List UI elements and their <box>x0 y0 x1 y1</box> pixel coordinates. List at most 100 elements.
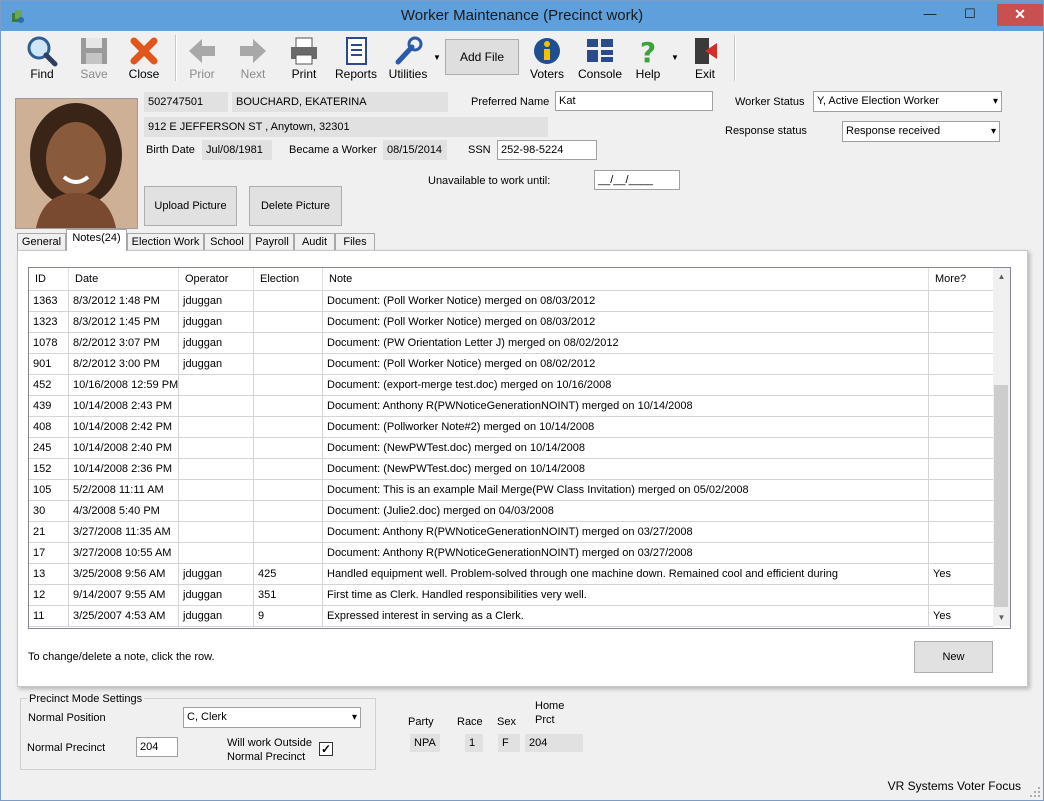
utilities-label: Utilities <box>388 67 428 81</box>
normal-precinct-label: Normal Precinct <box>27 742 106 754</box>
delete-picture-button[interactable]: Delete Picture <box>249 186 342 226</box>
preferred-name-input[interactable]: Kat <box>555 91 713 111</box>
preferred-name-label: Preferred Name <box>471 96 550 108</box>
table-row[interactable]: 1323 8/3/2012 1:45 PM jduggan Document: (Po… <box>29 312 993 333</box>
next-button[interactable]: Next <box>228 33 278 83</box>
table-row[interactable]: 901 8/2/2012 3:00 PM jduggan Document: (Pol… <box>29 354 993 375</box>
voters-button[interactable]: Voters <box>522 33 572 83</box>
cell-operator: jduggan <box>179 312 254 332</box>
home-prct-label-line2: Prct <box>535 714 555 726</box>
tab-notes[interactable]: Notes(24) <box>66 229 127 251</box>
help-dropdown-arrow-icon[interactable]: ▼ <box>671 53 679 62</box>
close-window-button[interactable]: ✕ <box>997 4 1043 26</box>
column-header-id[interactable]: ID <box>29 268 69 290</box>
cell-more <box>929 375 993 395</box>
normal-precinct-input[interactable]: 204 <box>136 737 178 757</box>
utilities-button[interactable]: Utilities <box>383 33 433 83</box>
response-status-select[interactable]: Response received ▾ <box>842 121 1000 142</box>
cell-more <box>929 501 993 521</box>
column-header-more[interactable]: More? <box>929 268 993 290</box>
cell-id: 408 <box>29 417 69 437</box>
home-prct-label-line1: Home <box>535 700 565 712</box>
response-status-value: Response received <box>846 125 941 137</box>
notes-scrollbar[interactable]: ▲ ▼ <box>993 268 1010 626</box>
add-file-button[interactable]: Add File <box>445 39 519 75</box>
cell-operator: jduggan <box>179 585 254 605</box>
cell-election <box>254 501 323 521</box>
worker-status-label: Worker Status <box>735 96 805 108</box>
print-button[interactable]: Print <box>279 33 329 83</box>
cell-note: Document: Anthony R(PWNoticeGenerationNO… <box>323 543 929 563</box>
reports-button[interactable]: Reports <box>331 33 381 83</box>
cell-note: Handled equipment well. Problem-solved t… <box>323 564 929 584</box>
table-row[interactable]: 245 10/14/2008 2:40 PM Document: (NewPWTes… <box>29 438 993 459</box>
cell-more <box>929 480 993 500</box>
utilities-dropdown-arrow-icon[interactable]: ▼ <box>433 53 441 62</box>
column-header-note[interactable]: Note <box>323 268 929 290</box>
table-row[interactable]: 17 3/27/2008 10:55 AM Document: Anthony R(… <box>29 543 993 564</box>
column-header-election[interactable]: Election <box>254 268 323 290</box>
table-row[interactable]: 1078 8/2/2012 3:07 PM jduggan Document: (PW… <box>29 333 993 354</box>
table-row[interactable]: 21 3/27/2008 11:35 AM Document: Anthony R(… <box>29 522 993 543</box>
tab-school[interactable]: School <box>204 233 250 250</box>
tab-payroll[interactable]: Payroll <box>250 233 294 250</box>
table-row[interactable]: 105 5/2/2008 11:11 AM Document: This is an… <box>29 480 993 501</box>
work-outside-checkbox[interactable]: ✓ <box>319 742 333 756</box>
cell-operator: jduggan <box>179 333 254 353</box>
resize-grip-icon[interactable] <box>1029 786 1041 798</box>
table-row[interactable]: 439 10/14/2008 2:43 PM Document: Anthony R… <box>29 396 993 417</box>
exit-label: Exit <box>694 67 715 81</box>
tab-files[interactable]: Files <box>335 233 375 250</box>
worker-status-select[interactable]: Y, Active Election Worker ▾ <box>813 91 1002 112</box>
title-bar[interactable]: Worker Maintenance (Precinct work) — ☐ ✕ <box>1 1 1043 31</box>
cell-id: 901 <box>29 354 69 374</box>
tab-audit[interactable]: Audit <box>294 233 335 250</box>
cell-election: 351 <box>254 585 323 605</box>
printer-icon <box>291 37 317 65</box>
became-worker-date-field: 08/15/2014 <box>383 140 447 160</box>
home-prct-field: 204 <box>525 734 583 752</box>
work-outside-label-line1: Will work Outside <box>227 737 312 749</box>
cell-more <box>929 333 993 353</box>
notes-grid[interactable]: ID Date Operator Election Note More? 136… <box>28 267 1011 629</box>
unavailable-until-input[interactable]: __/__/____ <box>594 170 680 190</box>
column-header-date[interactable]: Date <box>69 268 179 290</box>
table-row[interactable]: 1363 8/3/2012 1:48 PM jduggan Document: (Po… <box>29 291 993 312</box>
scroll-down-arrow-icon[interactable]: ▼ <box>993 609 1010 626</box>
exit-button[interactable]: Exit <box>680 33 730 83</box>
table-row[interactable]: 11 3/25/2007 4:53 AM jduggan 9 Expressed int… <box>29 606 993 627</box>
cell-note: Document: (Poll Worker Notice) merged on… <box>323 291 929 311</box>
tab-election-work[interactable]: Election Work <box>127 233 204 250</box>
table-row[interactable]: 452 10/16/2008 12:59 PM Document: (export-… <box>29 375 993 396</box>
tab-general[interactable]: General <box>17 233 66 250</box>
precinct-mode-settings-legend: Precinct Mode Settings <box>27 693 145 705</box>
help-button[interactable]: ? Help <box>623 33 673 83</box>
find-button[interactable]: Find <box>17 33 67 83</box>
minimize-button[interactable]: — <box>917 6 943 24</box>
cell-more <box>929 543 993 563</box>
ssn-field[interactable]: 252-98-5224 <box>497 140 597 160</box>
cell-operator <box>179 375 254 395</box>
cell-note: Expressed interest in serving as a Clerk… <box>323 606 929 626</box>
close-button[interactable]: Close <box>119 33 169 83</box>
scrollbar-thumb[interactable] <box>994 385 1008 607</box>
column-header-operator[interactable]: Operator <box>179 268 254 290</box>
cell-operator <box>179 522 254 542</box>
table-row[interactable]: 408 10/14/2008 2:42 PM Document: (Pollwork… <box>29 417 993 438</box>
maximize-button[interactable]: ☐ <box>957 6 983 24</box>
voters-info-icon <box>534 38 560 64</box>
table-row[interactable]: 12 9/14/2007 9:55 AM jduggan 351 First time … <box>29 585 993 606</box>
scroll-up-arrow-icon[interactable]: ▲ <box>993 268 1010 285</box>
prior-button[interactable]: Prior <box>177 33 227 83</box>
race-label: Race <box>457 716 483 728</box>
table-row[interactable]: 152 10/14/2008 2:36 PM Document: (NewPWTes… <box>29 459 993 480</box>
table-row[interactable]: 13 3/25/2008 9:56 AM jduggan 425 Handled equ… <box>29 564 993 585</box>
worker-photo-image <box>16 99 137 228</box>
new-note-button[interactable]: New <box>914 641 993 673</box>
save-button[interactable]: Save <box>69 33 119 83</box>
cell-id: 17 <box>29 543 69 563</box>
normal-position-select[interactable]: C, Clerk ▾ <box>183 707 361 728</box>
upload-picture-button[interactable]: Upload Picture <box>144 186 237 226</box>
table-row[interactable]: 30 4/3/2008 5:40 PM Document: (Julie2.doc)… <box>29 501 993 522</box>
cell-more <box>929 417 993 437</box>
